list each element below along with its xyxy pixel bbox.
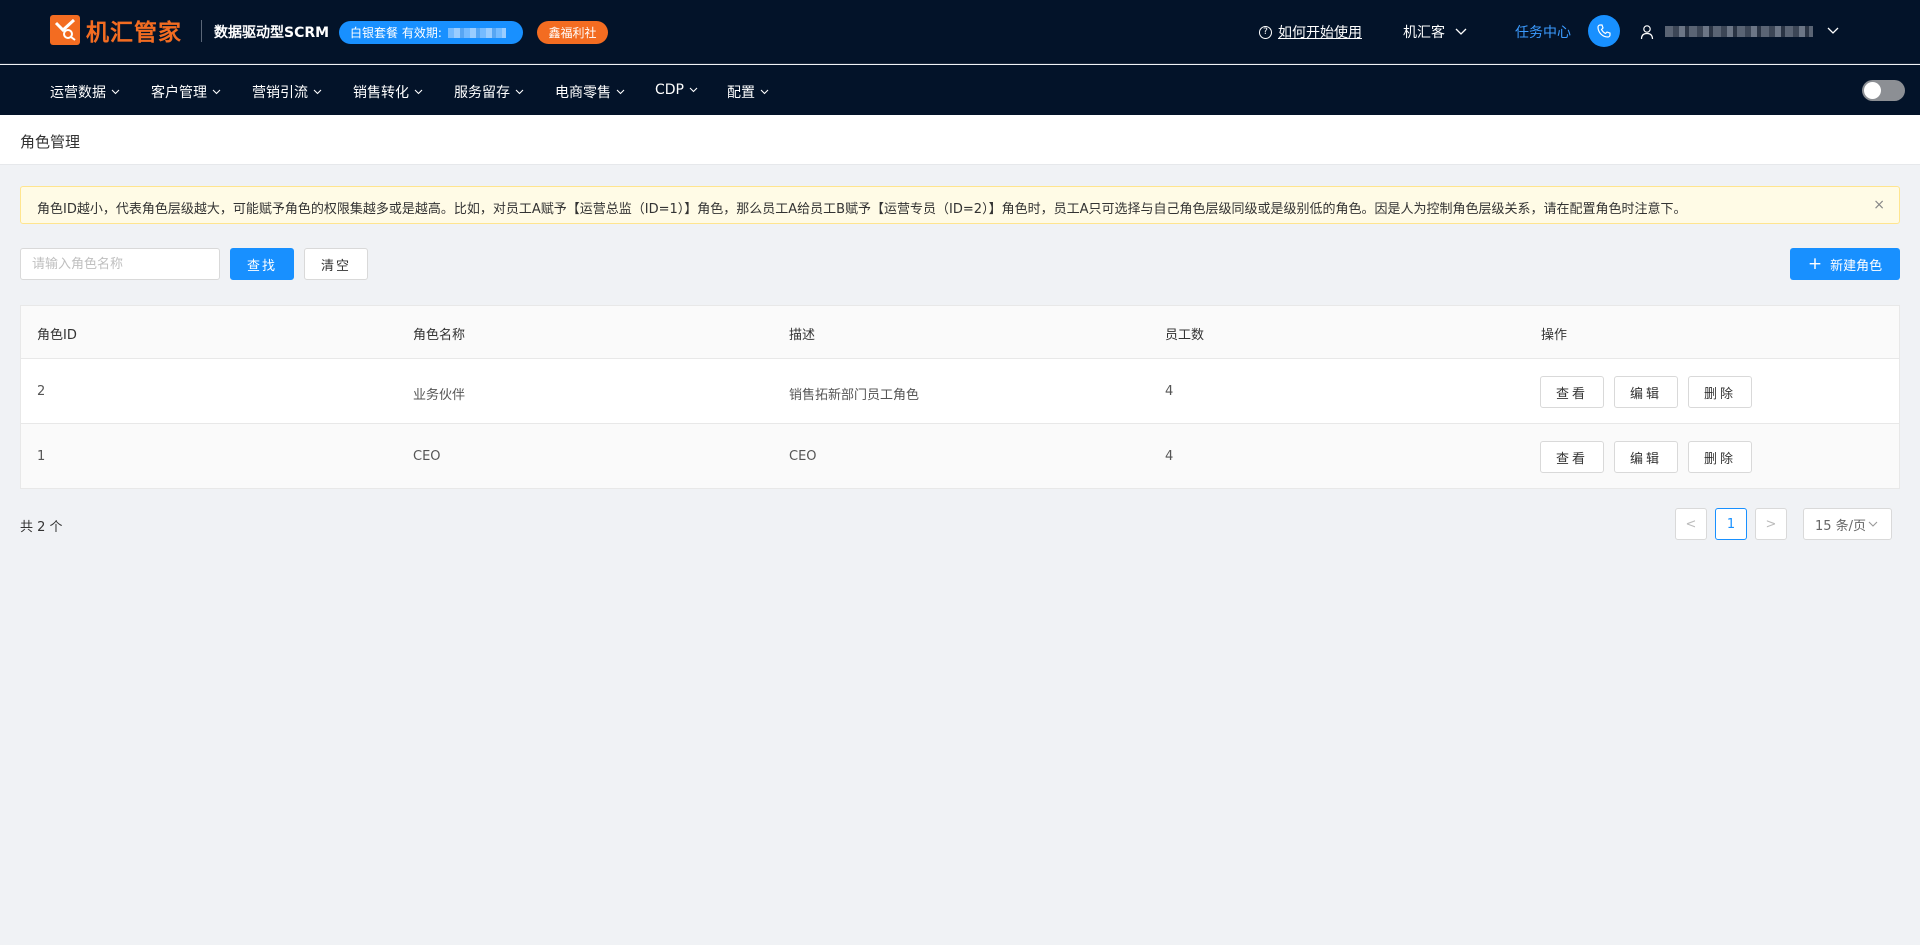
cell-description: CEO bbox=[789, 449, 817, 464]
phone-icon bbox=[1597, 24, 1611, 38]
brand-dropdown[interactable]: 机汇客 bbox=[1403, 22, 1467, 42]
chevron-down-icon bbox=[760, 89, 769, 95]
page-title: 角色管理 bbox=[20, 133, 81, 151]
column-header-role-id: 角色ID bbox=[37, 328, 77, 343]
alert-text: 角色ID越小，代表角色层级越大，可能赋予角色的权限集越多或是越高。比如，对员工A… bbox=[37, 202, 1687, 217]
redacted-date bbox=[447, 27, 506, 38]
column-header-role-name: 角色名称 bbox=[413, 328, 466, 343]
divider bbox=[201, 20, 202, 42]
question-icon: ? bbox=[1259, 25, 1272, 39]
theme-toggle[interactable] bbox=[1862, 80, 1905, 101]
nav-item-label: 营销引流 bbox=[252, 85, 308, 101]
toggle-knob bbox=[1864, 82, 1881, 99]
page-size-label: 15 条/页 bbox=[1815, 518, 1867, 534]
column-header-actions: 操作 bbox=[1541, 328, 1568, 343]
clear-button[interactable]: 清空 bbox=[304, 248, 368, 280]
cell-description: 销售拓新部门员工角色 bbox=[789, 388, 920, 403]
help-link-label: 如何开始使用 bbox=[1278, 25, 1362, 41]
chevron-down-icon bbox=[212, 89, 221, 95]
nav-item-label: 配置 bbox=[727, 85, 755, 101]
chevron-down-icon bbox=[689, 87, 698, 93]
info-alert: 角色ID越小，代表角色层级越大，可能赋予角色的权限集越多或是越高。比如，对员工A… bbox=[20, 186, 1900, 224]
plus-icon: + bbox=[1807, 253, 1823, 274]
cell-role-id: 2 bbox=[37, 384, 46, 399]
chevron-down-icon bbox=[616, 89, 625, 95]
chevron-down-icon bbox=[414, 89, 423, 95]
role-name-search-input[interactable] bbox=[20, 248, 220, 280]
help-link[interactable]: ? 如何开始使用 bbox=[1259, 22, 1362, 42]
nav-item-customer[interactable]: 客户管理 bbox=[151, 82, 221, 102]
nav-item-label: 客户管理 bbox=[151, 85, 207, 101]
column-header-description: 描述 bbox=[789, 328, 816, 343]
nav-item-label: 销售转化 bbox=[353, 85, 409, 101]
table-row: 2 业务伙伴 销售拓新部门员工角色 4 查看 编辑 删除 bbox=[21, 359, 1899, 424]
view-button[interactable]: 查看 bbox=[1540, 441, 1604, 473]
edit-button[interactable]: 编辑 bbox=[1614, 376, 1678, 408]
chevron-down-icon bbox=[111, 89, 120, 95]
prev-page-button[interactable]: < bbox=[1675, 508, 1707, 540]
chevron-down-icon bbox=[1868, 521, 1878, 527]
chevron-down-icon[interactable] bbox=[1826, 24, 1840, 38]
cell-employee-count: 4 bbox=[1165, 449, 1174, 464]
chevron-down-icon bbox=[515, 89, 524, 95]
next-page-button[interactable]: > bbox=[1755, 508, 1787, 540]
table-header: 角色ID 角色名称 描述 员工数 操作 bbox=[21, 306, 1899, 359]
search-button[interactable]: 查找 bbox=[230, 248, 294, 280]
page-1-button[interactable]: 1 bbox=[1715, 508, 1747, 540]
new-role-label: 新建角色 bbox=[1830, 258, 1883, 274]
new-role-button[interactable]: + 新建角色 bbox=[1790, 248, 1900, 280]
cell-role-id: 1 bbox=[37, 449, 46, 464]
phone-button[interactable] bbox=[1588, 15, 1620, 47]
view-button[interactable]: 查看 bbox=[1540, 376, 1604, 408]
slogan: 数据驱动型SCRM bbox=[214, 25, 330, 41]
nav-item-service[interactable]: 服务留存 bbox=[454, 82, 524, 102]
nav-item-sales[interactable]: 销售转化 bbox=[353, 82, 423, 102]
task-center-link[interactable]: 任务中心 bbox=[1515, 22, 1571, 42]
edit-button[interactable]: 编辑 bbox=[1614, 441, 1678, 473]
nav-item-cdp[interactable]: CDP bbox=[655, 82, 698, 98]
nav-item-label: 运营数据 bbox=[50, 85, 106, 101]
nav-item-label: 服务留存 bbox=[454, 85, 510, 101]
delete-button[interactable]: 删除 bbox=[1688, 441, 1752, 473]
logo-icon bbox=[50, 15, 80, 45]
column-header-employee-count: 员工数 bbox=[1165, 328, 1205, 343]
nav-item-operation-data[interactable]: 运营数据 bbox=[50, 82, 120, 102]
brand-dropdown-label: 机汇客 bbox=[1403, 25, 1445, 41]
welfare-badge[interactable]: 鑫福利社 bbox=[537, 21, 608, 44]
page-size-select[interactable]: 15 条/页 bbox=[1803, 508, 1892, 540]
main-nav: 运营数据 客户管理 营销引流 销售转化 服务留存 电商零售 CDP 配置 bbox=[0, 65, 1920, 115]
user-icon bbox=[1640, 25, 1654, 40]
nav-item-label: 电商零售 bbox=[555, 85, 611, 101]
table-row: 1 CEO CEO 4 查看 编辑 删除 bbox=[21, 424, 1899, 489]
roles-table: 角色ID 角色名称 描述 员工数 操作 2 业务伙伴 销售拓新部门员工角色 4 … bbox=[20, 305, 1900, 489]
logo[interactable]: 机汇管家 bbox=[50, 13, 182, 47]
package-badge-label: 白银套餐 有效期: bbox=[350, 26, 442, 40]
cell-role-name: CEO bbox=[413, 449, 441, 464]
logo-text: 机汇管家 bbox=[86, 20, 182, 46]
close-icon[interactable]: × bbox=[1873, 197, 1885, 213]
package-badge: 白银套餐 有效期: bbox=[339, 21, 523, 44]
total-count: 共 2 个 bbox=[20, 520, 63, 535]
cell-role-name: 业务伙伴 bbox=[413, 388, 466, 403]
chevron-down-icon bbox=[313, 89, 322, 95]
nav-item-ecommerce[interactable]: 电商零售 bbox=[555, 82, 625, 102]
breadcrumb-bar: 角色管理 bbox=[0, 115, 1920, 165]
nav-item-label: CDP bbox=[655, 82, 684, 98]
delete-button[interactable]: 删除 bbox=[1688, 376, 1752, 408]
chevron-down-icon bbox=[1455, 28, 1467, 35]
nav-item-marketing[interactable]: 营销引流 bbox=[252, 82, 322, 102]
cell-employee-count: 4 bbox=[1165, 384, 1174, 399]
redacted-user-name[interactable] bbox=[1665, 26, 1813, 37]
top-header: 机汇管家 数据驱动型SCRM 白银套餐 有效期: 鑫福利社 ? 如何开始使用 机… bbox=[0, 0, 1920, 64]
nav-item-config[interactable]: 配置 bbox=[727, 82, 769, 102]
